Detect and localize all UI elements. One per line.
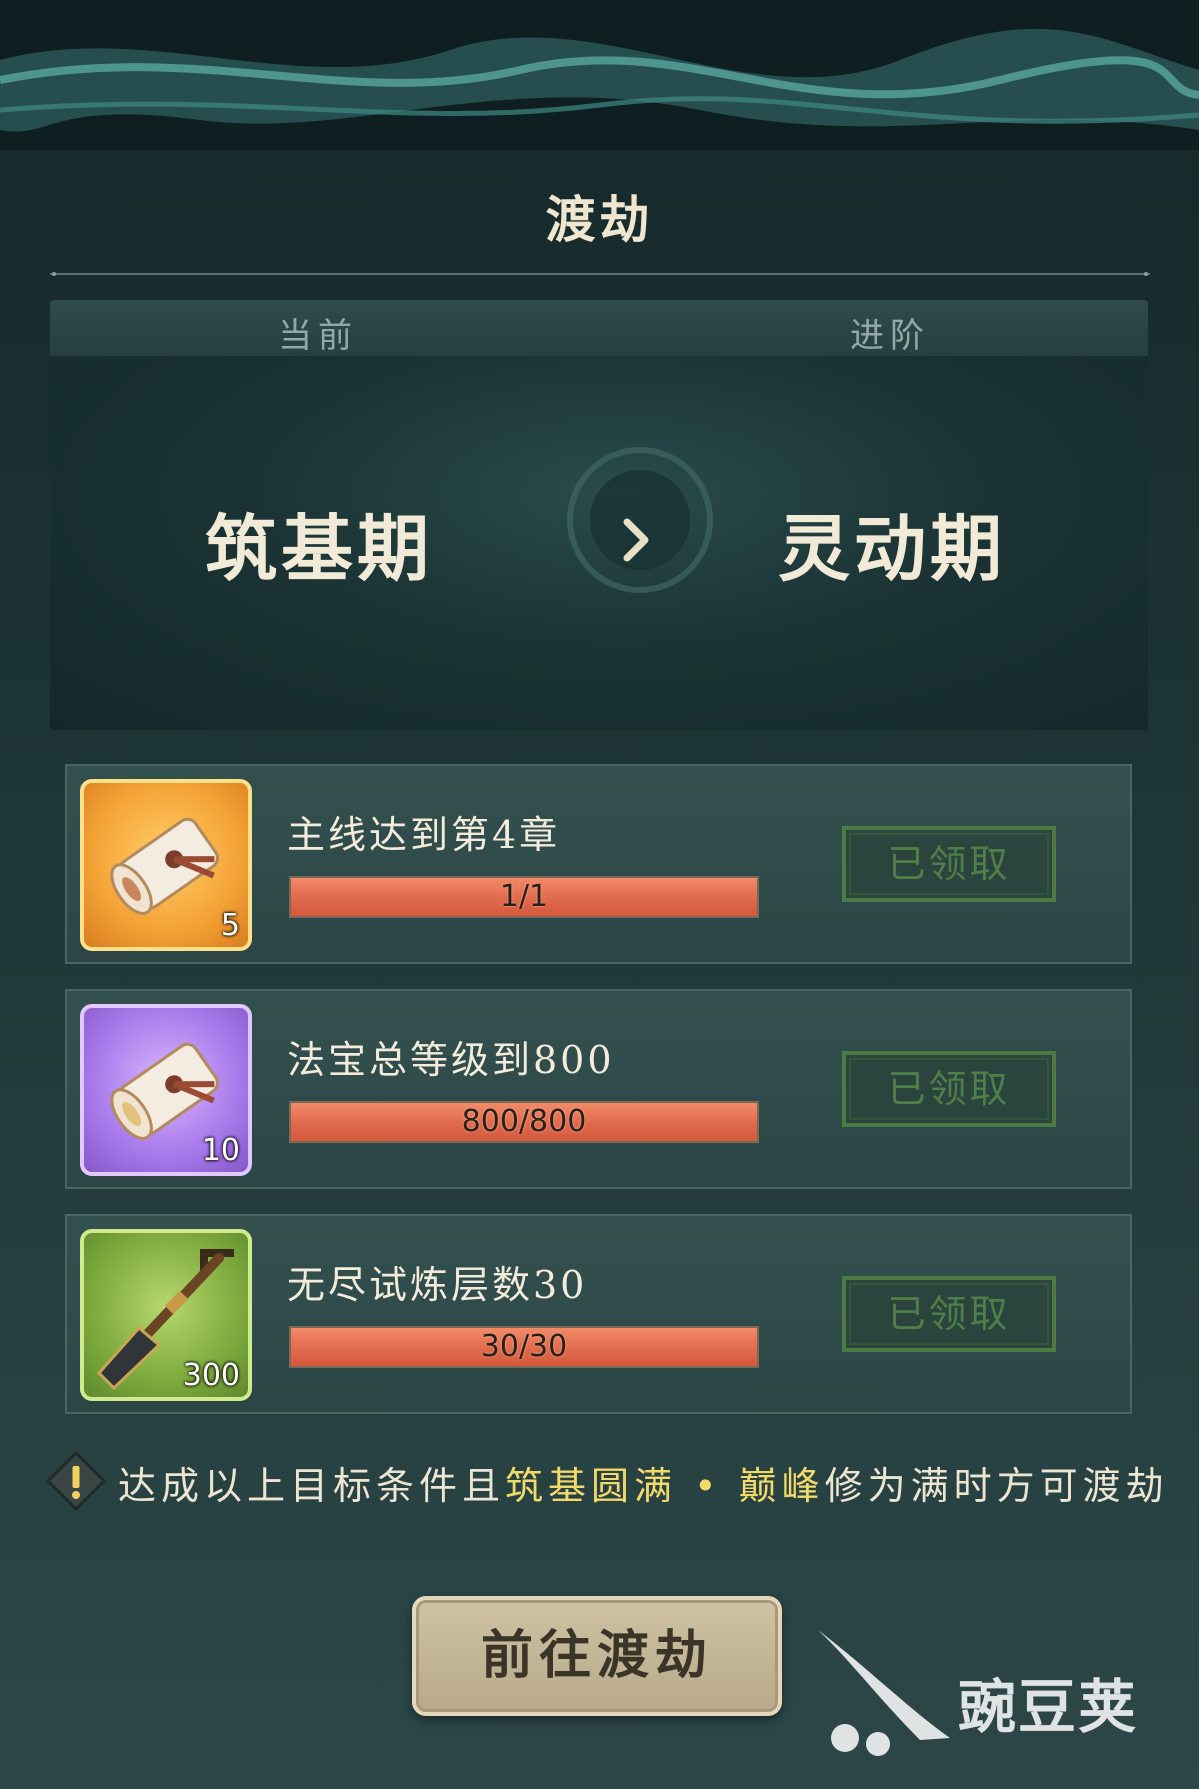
notice-highlight: 筑基圆满 • 巅峰 xyxy=(505,1464,825,1508)
reward-item[interactable]: 10 xyxy=(80,1004,252,1176)
progress-bar: 30/30 xyxy=(289,1326,759,1368)
progress-bar: 1/1 xyxy=(289,876,759,918)
claimed-button[interactable]: 已领取 xyxy=(842,1276,1056,1352)
stage-header: 当前 进阶 xyxy=(50,300,1148,356)
next-stage-label: 进阶 xyxy=(850,316,930,356)
top-wave-decoration xyxy=(0,0,1199,150)
notice-text: 达成以上目标条件且筑基圆满 • 巅峰修为满时方可渡劫 xyxy=(118,1455,1169,1510)
progress-text: 30/30 xyxy=(480,1329,568,1364)
progress-text: 800/800 xyxy=(461,1104,587,1139)
progress-text: 1/1 xyxy=(499,879,549,914)
notice-prefix: 达成以上目标条件且 xyxy=(118,1464,506,1508)
go-tribulation-button[interactable]: 前往渡劫 xyxy=(412,1596,782,1716)
task-row: 300 无尽试炼层数30 30/30 已领取 xyxy=(65,1214,1132,1414)
reward-quantity: 300 xyxy=(182,1358,240,1393)
task-row: 5 主线达到第4章 1/1 已领取 xyxy=(65,764,1132,964)
next-stage-name: 灵动期 xyxy=(778,506,1007,591)
notice-suffix: 修为满时方可渡劫 xyxy=(824,1464,1169,1508)
task-title: 无尽试炼层数30 xyxy=(287,1263,588,1307)
reward-item[interactable]: 5 xyxy=(80,779,252,951)
progress-bar: 800/800 xyxy=(289,1101,759,1143)
reward-quantity: 5 xyxy=(220,908,240,943)
task-title: 主线达到第4章 xyxy=(287,813,561,857)
claimed-button[interactable]: 已领取 xyxy=(842,1051,1056,1127)
warning-icon xyxy=(45,1450,107,1512)
reward-item[interactable]: 300 xyxy=(80,1229,252,1401)
task-row: 10 法宝总等级到800 800/800 已领取 xyxy=(65,989,1132,1189)
task-title: 法宝总等级到800 xyxy=(287,1038,615,1082)
claimed-button[interactable]: 已领取 xyxy=(842,826,1056,902)
reward-quantity: 10 xyxy=(201,1133,240,1168)
requirement-notice: 达成以上目标条件且筑基圆满 • 巅峰修为满时方可渡劫 xyxy=(44,1445,1164,1515)
watermark-text: 豌豆荚 xyxy=(958,1673,1139,1741)
stage-panel: 当前 进阶 筑基期 灵动期 xyxy=(50,300,1148,730)
page-title: 渡劫 xyxy=(545,190,654,249)
current-stage-name: 筑基期 xyxy=(205,506,434,591)
chevron-right-icon xyxy=(623,518,649,562)
title-divider xyxy=(50,272,1150,276)
current-stage-label: 当前 xyxy=(278,316,358,356)
